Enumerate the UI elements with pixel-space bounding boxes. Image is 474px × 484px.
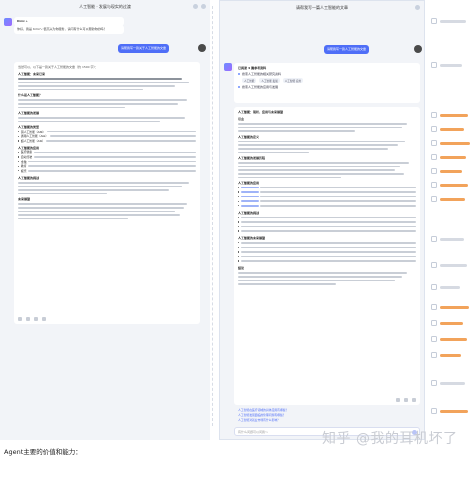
user-avatar bbox=[198, 44, 206, 52]
app-item: 娱乐 bbox=[20, 168, 27, 173]
doc-icon bbox=[431, 18, 437, 24]
left-chat-title: 人工智能 · 发展与现实的过渡 bbox=[79, 3, 131, 9]
doc-icon bbox=[431, 62, 437, 68]
rail-item[interactable] bbox=[431, 154, 466, 160]
refresh-icon[interactable] bbox=[26, 317, 30, 321]
section-heading: 人工智能的发展 bbox=[18, 111, 40, 116]
search-tag[interactable]: 人工智能 应用 bbox=[282, 78, 304, 84]
rail-item[interactable] bbox=[431, 262, 467, 268]
right-chat-pane: 请帮我写一篇人工智能的文章 请帮我写一篇人工智能的文章 已阅读 4 篇参考资料 … bbox=[219, 0, 425, 440]
bot-intro: 你好，我是 Kimi～ 很高兴为你服务，请问有什么可以帮助你的吗？ bbox=[14, 25, 124, 34]
watermark: 知乎 @我的耳机坏了 bbox=[322, 431, 458, 447]
rail-item[interactable] bbox=[431, 284, 460, 290]
type-item: 通用人工智能（AGI） bbox=[20, 134, 49, 139]
doc-icon bbox=[431, 182, 437, 188]
right-answer-card: 人工智能：现状、应用与未来展望 引言 人工智能的定义 人工智能的发展历程 人工智… bbox=[234, 107, 420, 405]
user-message: 请帮我写一篇关于人工智能的文章 bbox=[118, 44, 170, 53]
doc-icon bbox=[431, 154, 437, 160]
search-item[interactable]: 搜索人工智能的应用与发展 bbox=[238, 85, 416, 89]
left-chat-pane: 人工智能 · 发展与现实的过渡 Kimi + 你好，我是 Kimi～ 很高兴为你… bbox=[0, 0, 210, 440]
doc-icon bbox=[431, 112, 437, 118]
user-avatar bbox=[414, 45, 422, 53]
more-icon[interactable] bbox=[201, 4, 206, 9]
type-item: 弱人工智能（ANI） bbox=[20, 129, 46, 134]
section-heading: 人工智能的定义 bbox=[238, 134, 260, 139]
right-rail bbox=[428, 0, 474, 484]
left-answer-card: 当然可以，以下是一篇关于人工智能的文章（约 1500 字）： 人工智能：未来已来… bbox=[14, 62, 200, 324]
search-item[interactable]: 搜索人工智能的相关研究资料 bbox=[238, 72, 416, 76]
bot-avatar bbox=[224, 63, 232, 71]
doc-icon bbox=[431, 284, 437, 290]
article-title: 人工智能：未来已来 bbox=[18, 72, 46, 76]
app-item: 金融 bbox=[20, 159, 27, 164]
doc-icon bbox=[431, 168, 437, 174]
doc-icon bbox=[431, 196, 437, 202]
doc-icon bbox=[431, 304, 437, 310]
copy-icon[interactable] bbox=[18, 317, 22, 321]
followup-suggestion[interactable]: 人工智能在医疗领域的具体应用有哪些？ bbox=[238, 408, 288, 412]
search-header: 已阅读 4 篇参考资料 bbox=[238, 66, 267, 70]
more-icon[interactable] bbox=[415, 5, 420, 10]
search-card[interactable]: 已阅读 4 篇参考资料 搜索人工智能的相关研究资料 人工智能 人工智能 发展 人… bbox=[234, 63, 420, 103]
answer-toolbar bbox=[396, 398, 416, 402]
rail-item[interactable] bbox=[431, 380, 465, 386]
share-icon[interactable] bbox=[193, 4, 198, 9]
copy-icon[interactable] bbox=[396, 398, 400, 402]
rail-item[interactable] bbox=[431, 336, 467, 342]
reply-intro: 当然可以，以下是一篇关于人工智能的文章（约 1500 字）： bbox=[18, 65, 99, 69]
doc-icon bbox=[431, 380, 437, 386]
doc-icon bbox=[431, 408, 437, 414]
section-heading: 引言 bbox=[238, 117, 245, 121]
section-heading: 人工智能的发展历程 bbox=[238, 156, 266, 161]
rail-item[interactable] bbox=[431, 140, 470, 146]
rail-item[interactable] bbox=[431, 126, 464, 132]
search-tag[interactable]: 人工智能 bbox=[242, 78, 257, 84]
doc-icon bbox=[431, 126, 437, 132]
rail-item[interactable] bbox=[431, 236, 464, 242]
rail-item[interactable] bbox=[431, 182, 468, 188]
pane-divider bbox=[212, 6, 217, 426]
bot-avatar bbox=[4, 18, 12, 26]
thumbs-up-icon[interactable] bbox=[42, 317, 46, 321]
right-topbar: 请帮我写一篇人工智能的文章 bbox=[220, 1, 424, 14]
rail-item[interactable] bbox=[431, 352, 461, 358]
share-icon[interactable] bbox=[34, 317, 38, 321]
type-item: 超人工智能（ASI） bbox=[20, 138, 45, 143]
section-heading: 人工智能的挑战 bbox=[18, 176, 40, 181]
app-item: 自动驾驶 bbox=[20, 155, 33, 160]
rail-item[interactable] bbox=[431, 112, 468, 118]
rail-item[interactable] bbox=[431, 168, 462, 174]
doc-icon bbox=[431, 262, 437, 268]
left-topbar: 人工智能 · 发展与现实的过渡 bbox=[0, 0, 210, 13]
doc-icon bbox=[431, 352, 437, 358]
rail-item[interactable] bbox=[431, 304, 469, 310]
rail-item[interactable] bbox=[431, 18, 466, 24]
right-chat-title: 请帮我写一篇人工智能的文章 bbox=[296, 4, 348, 10]
doc-icon bbox=[431, 236, 437, 242]
followup-suggestion[interactable]: 人工智能对就业市场有什么影响？ bbox=[238, 418, 280, 422]
followup-suggestion[interactable]: 人工智能发展面临的伦理问题有哪些？ bbox=[238, 413, 286, 417]
rail-item[interactable] bbox=[431, 196, 465, 202]
user-message: 请帮我写一篇人工智能的文章 bbox=[324, 45, 370, 54]
section-heading: 未来展望 bbox=[18, 197, 31, 202]
caption: Agent主要的价值和能力： bbox=[4, 448, 82, 456]
share-icon[interactable] bbox=[412, 398, 416, 402]
rail-item[interactable] bbox=[431, 62, 462, 68]
answer-toolbar bbox=[18, 317, 46, 321]
app-item: 医疗健康 bbox=[20, 150, 33, 155]
article-title: 人工智能：现状、应用与未来展望 bbox=[238, 110, 284, 114]
rail-item[interactable] bbox=[431, 320, 463, 326]
doc-icon bbox=[431, 320, 437, 326]
doc-icon bbox=[431, 140, 437, 146]
app-item: 教育 bbox=[20, 164, 27, 169]
rail-item[interactable] bbox=[431, 408, 468, 414]
section-heading: 结论 bbox=[238, 266, 245, 271]
search-tag[interactable]: 人工智能 发展 bbox=[259, 78, 280, 84]
section-heading: 什么是人工智能？ bbox=[18, 93, 43, 98]
message-input-placeholder: 有什么问题可以问我～ bbox=[238, 429, 269, 434]
refresh-icon[interactable] bbox=[404, 398, 408, 402]
doc-icon bbox=[431, 336, 437, 342]
